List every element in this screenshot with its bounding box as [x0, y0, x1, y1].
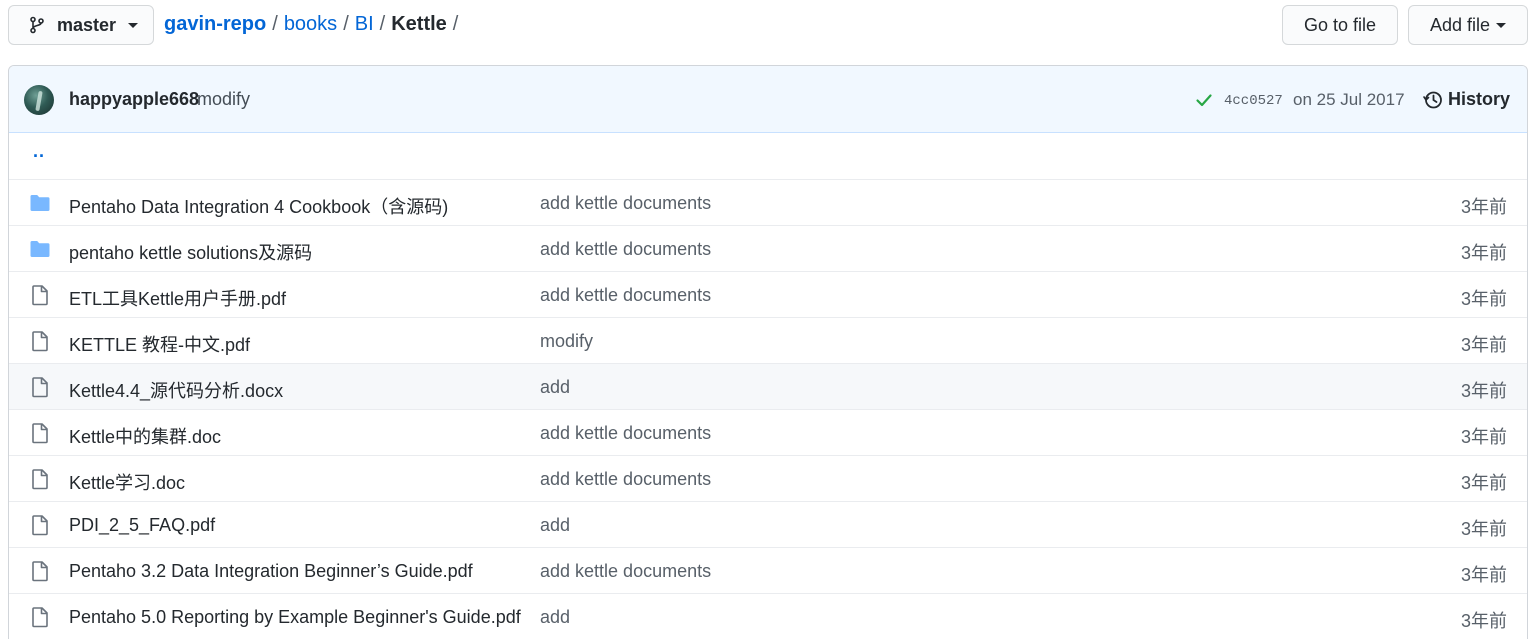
- history-icon: [1423, 91, 1442, 108]
- commit-date: on 25 Jul 2017: [1293, 90, 1405, 109]
- file-navigation: master gavin-repo / books / BI / Kettle …: [0, 0, 1531, 52]
- breadcrumb-repo-link[interactable]: gavin-repo: [164, 13, 266, 36]
- file-age: 3年前: [1460, 335, 1507, 355]
- file-commit-message[interactable]: modify: [540, 331, 593, 352]
- file-row[interactable]: PDI_2_5_FAQ.pdf add 3年前: [9, 501, 1527, 547]
- file-icon: [29, 560, 51, 582]
- file-icon: [29, 606, 51, 628]
- breadcrumb-separator: /: [452, 13, 459, 35]
- branch-name: master: [57, 14, 117, 35]
- file-name-link[interactable]: Pentaho Data Integration 4 Cookbook（含源码): [69, 193, 448, 219]
- avatar[interactable]: [24, 85, 54, 115]
- file-commit-message[interactable]: add kettle documents: [540, 239, 711, 260]
- file-icon: [29, 514, 51, 536]
- file-icon: [29, 422, 51, 444]
- file-row[interactable]: Kettle学习.doc add kettle documents 3年前: [9, 455, 1527, 501]
- add-file-button[interactable]: Add file: [1408, 5, 1528, 45]
- history-link[interactable]: History: [1423, 89, 1510, 110]
- file-name-link[interactable]: Kettle4.4_源代码分析.docx: [69, 377, 283, 403]
- folder-icon: [29, 192, 51, 214]
- file-age: 3年前: [1460, 427, 1507, 447]
- file-age: 3年前: [1460, 381, 1507, 401]
- chevron-down-icon: [128, 22, 139, 28]
- file-name-link[interactable]: pentaho kettle solutions及源码: [69, 239, 312, 265]
- breadcrumb-separator: /: [379, 13, 386, 35]
- file-row[interactable]: pentaho kettle solutions及源码 add kettle d…: [9, 225, 1527, 271]
- file-commit-message[interactable]: add kettle documents: [540, 561, 711, 582]
- breadcrumb-books-link[interactable]: books: [284, 13, 337, 36]
- file-row[interactable]: Pentaho 3.2 Data Integration Beginner’s …: [9, 547, 1527, 593]
- commit-sha[interactable]: 4cc0527: [1224, 93, 1283, 109]
- file-icon: [29, 376, 51, 398]
- breadcrumb: gavin-repo / books / BI / Kettle /: [164, 13, 464, 36]
- file-icon: [29, 284, 51, 306]
- commit-message[interactable]: modify: [197, 89, 250, 110]
- chevron-down-icon: [1496, 22, 1507, 28]
- file-row[interactable]: ETL工具Kettle用户手册.pdf add kettle documents…: [9, 271, 1527, 317]
- file-commit-message[interactable]: add: [540, 377, 570, 398]
- file-commit-message[interactable]: add kettle documents: [540, 423, 711, 444]
- file-row[interactable]: KETTLE 教程-中文.pdf modify 3年前: [9, 317, 1527, 363]
- file-row[interactable]: Kettle4.4_源代码分析.docx add 3年前: [9, 363, 1527, 409]
- parent-directory-row[interactable]: ..: [9, 133, 1527, 179]
- parent-directory-link[interactable]: ..: [33, 141, 45, 162]
- file-name-link[interactable]: PDI_2_5_FAQ.pdf: [69, 515, 215, 536]
- latest-commit-bar: happyapple668 modify 4cc0527 on 25 Jul 2…: [9, 66, 1527, 133]
- file-row[interactable]: Kettle中的集群.doc add kettle documents 3年前: [9, 409, 1527, 455]
- file-icon: [29, 468, 51, 490]
- file-name-link[interactable]: Pentaho 5.0 Reporting by Example Beginne…: [69, 607, 521, 628]
- file-age: 3年前: [1460, 611, 1507, 631]
- history-label: History: [1448, 89, 1511, 109]
- folder-icon: [29, 238, 51, 260]
- file-row[interactable]: Pentaho 5.0 Reporting by Example Beginne…: [9, 593, 1527, 639]
- file-age: 3年前: [1460, 473, 1507, 493]
- file-name-link[interactable]: KETTLE 教程-中文.pdf: [69, 331, 250, 357]
- branch-select-button[interactable]: master: [8, 5, 154, 45]
- breadcrumb-bi-link[interactable]: BI: [355, 13, 374, 36]
- file-row[interactable]: Pentaho Data Integration 4 Cookbook（含源码)…: [9, 179, 1527, 225]
- file-age: 3年前: [1460, 243, 1507, 263]
- file-name-link[interactable]: Pentaho 3.2 Data Integration Beginner’s …: [69, 561, 473, 582]
- check-icon[interactable]: [1195, 91, 1213, 109]
- file-commit-message[interactable]: add: [540, 607, 570, 628]
- file-commit-message[interactable]: add: [540, 515, 570, 536]
- breadcrumb-current: Kettle: [391, 13, 447, 35]
- commit-author[interactable]: happyapple668: [69, 89, 199, 110]
- breadcrumb-separator: /: [272, 13, 278, 35]
- file-commit-message[interactable]: add kettle documents: [540, 469, 711, 490]
- git-branch-icon: [30, 16, 44, 34]
- file-age: 3年前: [1460, 565, 1507, 585]
- file-commit-message[interactable]: add kettle documents: [540, 285, 711, 306]
- add-file-label: Add file: [1429, 14, 1491, 35]
- file-name-link[interactable]: ETL工具Kettle用户手册.pdf: [69, 285, 286, 311]
- file-name-link[interactable]: Kettle学习.doc: [69, 469, 185, 495]
- file-icon: [29, 330, 51, 352]
- file-table: happyapple668 modify 4cc0527 on 25 Jul 2…: [8, 65, 1528, 639]
- file-age: 3年前: [1460, 289, 1507, 309]
- go-to-file-button[interactable]: Go to file: [1282, 5, 1398, 45]
- file-age: 3年前: [1460, 519, 1507, 539]
- file-name-link[interactable]: Kettle中的集群.doc: [69, 423, 221, 449]
- breadcrumb-separator: /: [343, 13, 349, 35]
- file-commit-message[interactable]: add kettle documents: [540, 193, 711, 214]
- file-age: 3年前: [1460, 197, 1507, 217]
